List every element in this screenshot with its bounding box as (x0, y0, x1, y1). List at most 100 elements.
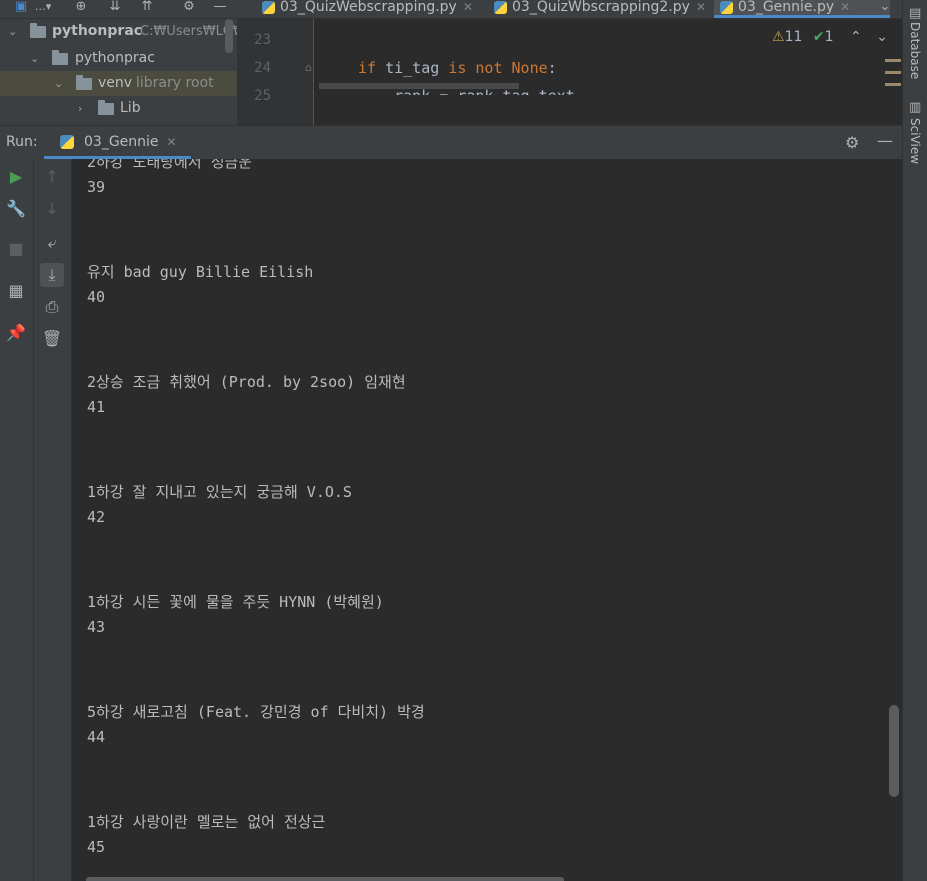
tree-item-label: venv (98, 75, 133, 91)
stop-icon[interactable]: ■ (4, 237, 28, 261)
tree-item-label: pythonprac (75, 50, 155, 66)
warning-count: 11 (784, 29, 803, 45)
tab-gennie[interactable]: 03_Gennie.py ✕ (714, 0, 890, 18)
python-file-icon (720, 1, 733, 14)
folder-icon (52, 50, 68, 65)
console-vertical-scrollbar[interactable] (889, 705, 899, 797)
expand-all-icon[interactable]: ⇊ (106, 0, 124, 16)
collapse-all-icon[interactable]: ⇈ (138, 0, 156, 16)
arrow-down-icon[interactable]: ↓ (40, 197, 64, 221)
run-console-output[interactable]: 2하강 도태랑에서 정금운 39 유지 bad guy Billie Eilis… (72, 159, 902, 881)
warning-icon: ⚠ (772, 29, 785, 45)
project-name: pythonprac (52, 23, 143, 39)
editor-hscroll[interactable] (319, 83, 519, 89)
folder-icon (30, 23, 46, 38)
chevron-down-icon[interactable]: ⌄ (8, 19, 18, 44)
sciview-icon: ▥ (909, 100, 922, 115)
console-line: 5하강 새로고침 (Feat. 강민경 of 다비치) 박경 (87, 703, 425, 721)
soft-wrap-icon[interactable]: ⤶ (40, 231, 64, 255)
pin-icon[interactable]: 📌 (4, 321, 28, 345)
close-icon[interactable]: ✕ (840, 0, 850, 14)
chevron-down-icon[interactable]: ⌄ (54, 71, 64, 96)
python-file-icon (60, 135, 74, 149)
error-stripe-mark[interactable] (885, 71, 901, 74)
project-view-icon[interactable]: ▣ (12, 0, 30, 16)
trash-icon[interactable]: 🗑 (40, 327, 64, 351)
tab-quiz-webscrapping[interactable]: 03_QuizWebscrapping.py ✕ (256, 0, 500, 18)
run-toolbar-primary: ▶ 🔧 ■ ▦ 📌 (0, 159, 34, 881)
tree-item-lib[interactable]: › Lib (0, 96, 237, 121)
python-file-icon (262, 1, 275, 14)
tree-item-pythonprac[interactable]: ⌄ pythonprac (0, 46, 237, 71)
run-icon[interactable]: ▶ (4, 165, 28, 189)
console-line: 45 (87, 838, 106, 856)
run-tab-gennie[interactable]: 03_Gennie ✕ (44, 126, 191, 159)
print-icon[interactable]: ⎙ (40, 295, 64, 319)
gear-icon[interactable]: ⚙ (180, 0, 198, 16)
gear-icon[interactable]: ⚙ (845, 133, 859, 152)
scroll-to-end-icon[interactable]: ⤓ (40, 263, 64, 287)
tabs-dropdown-icon[interactable]: ⌄ (876, 0, 894, 16)
tab-label: 03_QuizWbscrapping2.py (512, 0, 690, 15)
run-panel-header: Run: 03_Gennie ✕ ⚙ — (0, 125, 902, 160)
folder-icon (76, 75, 92, 90)
view-dropdown-icon[interactable]: …▾ (34, 0, 52, 16)
console-line: 2상승 조금 취했어 (Prod. by 2soo) 임재현 (87, 373, 406, 391)
console-line: 1하강 시든 꽃에 물을 주듯 HYNN (박혜원) (87, 593, 384, 611)
editor-gutter: 23 24 25 ⌂ (237, 19, 313, 125)
arrow-up-icon[interactable]: ↑ (40, 165, 64, 189)
check-icon: ✔ (812, 29, 825, 45)
wrench-icon[interactable]: 🔧 (4, 197, 28, 221)
error-stripe-mark[interactable] (885, 83, 901, 86)
console-line: 1하강 잘 지내고 있는지 궁금해 V.O.S (87, 483, 352, 501)
chevron-down-icon[interactable]: ⌄ (876, 29, 888, 45)
chevron-up-icon[interactable]: ⌃ (850, 29, 862, 45)
fold-marker-icon[interactable]: ⌂ (305, 61, 312, 74)
console-line: 2하강 도태랑에서 정금운 (87, 159, 253, 171)
top-toolbar: ▣ …▾ ⊕ ⇊ ⇈ ⚙ — 03_QuizWebscrapping.py ✕ 0… (0, 0, 902, 19)
line-number: 24 (254, 60, 271, 76)
layout-icon[interactable]: ▦ (4, 279, 28, 303)
locate-icon[interactable]: ⊕ (72, 0, 90, 16)
project-path: C:₩Users₩LG₩ (140, 24, 237, 39)
database-icon: ▤ (909, 6, 922, 21)
gutter-divider (313, 19, 314, 125)
console-line: 유지 bad guy Billie Eilish (87, 263, 314, 281)
tree-item-venv[interactable]: ⌄ venv library root (0, 71, 237, 96)
close-icon[interactable]: ✕ (167, 135, 177, 149)
project-tree: ⌄ pythonprac C:₩Users₩LG₩ ⌄ pythonprac ⌄… (0, 19, 237, 125)
console-line: 39 (87, 178, 106, 196)
tab-label: 03_QuizWebscrapping.py (280, 0, 457, 15)
console-horizontal-scrollbar[interactable] (86, 877, 564, 881)
tree-scrollbar[interactable] (225, 19, 233, 53)
run-toolbar-secondary: ↑ ↓ ⤶ ⤓ ⎙ 🗑 (34, 159, 72, 881)
error-stripe-mark[interactable] (885, 59, 901, 62)
code-editor[interactable]: 23 24 25 ⌂ if ti_tag is not None: rank =… (237, 19, 902, 125)
python-file-icon (494, 1, 507, 14)
passed-count: 1 (824, 29, 834, 45)
library-root-hint: library root (136, 75, 214, 91)
close-icon[interactable]: ✕ (696, 0, 706, 14)
right-tool-stripe: ▤ Database ▥ SciView (902, 0, 927, 881)
chevron-down-icon[interactable]: ⌄ (30, 46, 40, 71)
console-line: 40 (87, 288, 106, 306)
run-tab-label: 03_Gennie (84, 134, 159, 150)
tree-item-label: Lib (120, 100, 141, 116)
line-number: 23 (254, 32, 271, 48)
console-line: 42 (87, 508, 106, 526)
console-line: 1하강 사랑이란 멜로는 없어 전상근 (87, 813, 326, 831)
database-tool-button[interactable]: Database (908, 22, 922, 79)
tree-item-project-root[interactable]: ⌄ pythonprac C:₩Users₩LG₩ (0, 19, 237, 44)
tab-quiz-wbscrapping2[interactable]: 03_QuizWbscrapping2.py ✕ (488, 0, 732, 18)
close-icon[interactable]: ✕ (463, 0, 473, 14)
console-line: 44 (87, 728, 106, 746)
minimize-icon[interactable]: — (877, 131, 893, 150)
inspection-widget[interactable]: ⚠11 ✔1 ⌃ ⌄ (772, 29, 888, 45)
hide-panel-icon[interactable]: — (211, 0, 229, 16)
code-line-24: if ti_tag is not None: (358, 59, 557, 77)
sciview-tool-button[interactable]: SciView (908, 118, 922, 164)
chevron-right-icon[interactable]: › (78, 96, 88, 121)
line-number: 25 (254, 88, 271, 104)
console-line: 43 (87, 618, 106, 636)
run-label: Run: (6, 134, 38, 150)
